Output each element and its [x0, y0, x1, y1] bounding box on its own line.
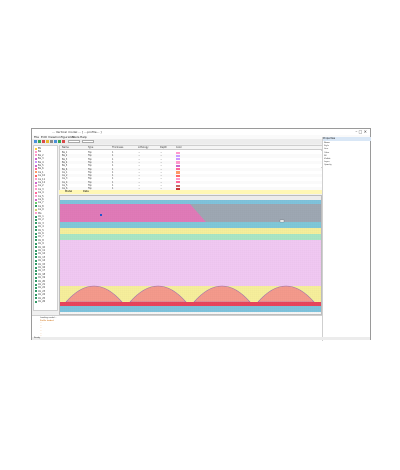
layer-color-swatch: [35, 239, 37, 242]
layer-color-swatch: [35, 256, 37, 259]
layer-color-swatch: [35, 188, 37, 191]
layer-color-swatch: [35, 229, 37, 232]
layer-color-swatch: [35, 174, 37, 177]
layer-color-swatch: [35, 300, 37, 303]
open-icon[interactable]: [34, 140, 37, 143]
layer-color-swatch: [35, 157, 37, 160]
layer-color-swatch: [35, 232, 37, 235]
stop-icon[interactable]: [62, 140, 65, 143]
layer-color-swatch: [35, 215, 37, 218]
layer-color-swatch: [35, 201, 37, 204]
layer-color-swatch: [35, 280, 37, 283]
view-select[interactable]: [82, 140, 94, 143]
save-icon[interactable]: [38, 140, 41, 143]
layer-list-panel: BS Ba Ba_2 Ba_3 Ba_4 Ba_5 Ba_6 Ca_1 Ca_10 Ca_11 Ca…: [33, 145, 58, 311]
log-panel: Loading model... Profile loaded..........…: [32, 315, 322, 337]
layer-color-swatch: [35, 235, 37, 238]
play-icon[interactable]: [58, 140, 61, 143]
section-canvas[interactable]: [60, 200, 322, 315]
layer-color-swatch: [35, 273, 37, 276]
col-type[interactable]: Type: [88, 146, 93, 150]
layer-color-swatch: [35, 249, 37, 252]
layer-color-swatch: [35, 276, 37, 279]
table-header: Name Type Thickness Lithology Depth Colo…: [60, 146, 323, 150]
status-text: Ready: [34, 337, 41, 339]
layer-color-swatch: [35, 154, 37, 157]
layer-color-swatch: [35, 195, 37, 198]
status-bar: Ready: [32, 337, 370, 340]
layer-color-swatch: [35, 205, 37, 208]
col-name[interactable]: Name: [62, 146, 69, 150]
layer-color-swatch: [35, 225, 37, 228]
layer-color-swatch: [35, 198, 37, 201]
layer-color-swatch: [35, 246, 37, 249]
layer-color-swatch: [35, 167, 37, 170]
layer-color-swatch: [35, 290, 37, 293]
col-color[interactable]: Color: [176, 146, 182, 150]
properties-panel: Properties Name Style Line Color Fill Visible…: [322, 137, 371, 341]
layer-color-swatch: [35, 297, 37, 300]
layer-color-swatch: [35, 263, 37, 266]
tab-data[interactable]: Data: [83, 190, 89, 194]
main-window: ... Vertical model ... [ ...profile... ]…: [31, 128, 371, 341]
section-view[interactable]: [59, 195, 322, 315]
layer-color-swatch: [35, 283, 37, 286]
grid-overlay: [60, 200, 321, 314]
properties-header: Properties: [323, 137, 371, 141]
layer-color-swatch: [35, 266, 37, 269]
col-lithology[interactable]: Lithology: [138, 146, 149, 150]
layer-color-swatch: [35, 293, 37, 296]
layer-list-label: Cb_26: [38, 300, 46, 303]
marker-left[interactable]: [100, 214, 102, 216]
layer-color-swatch: [35, 164, 37, 167]
marker-right[interactable]: [279, 219, 285, 223]
window-controls[interactable]: – □ ✕: [355, 130, 367, 134]
property-row[interactable]: Opacity: [324, 164, 370, 167]
layer-color-swatch: [35, 147, 37, 150]
layer-color-swatch: [35, 150, 37, 153]
layer-color-swatch: [35, 218, 37, 221]
layer-color-swatch: [35, 269, 37, 272]
layer-color-swatch: [35, 184, 37, 187]
layer-color-swatch: [35, 208, 37, 211]
layer-color-swatch: [35, 222, 37, 225]
layer-color-swatch: [35, 171, 37, 174]
layer-color-swatch: [35, 181, 37, 184]
layer-color-swatch: [35, 212, 37, 215]
layer-color-swatch: [35, 242, 37, 245]
layer-color-swatch: [35, 191, 37, 194]
layer-table: Name Type Thickness Lithology Depth Colo…: [59, 145, 323, 191]
layer-list-item[interactable]: Cb_26: [35, 300, 57, 303]
layer-color-swatch: [35, 178, 37, 181]
settings-icon[interactable]: [50, 140, 53, 143]
col-depth[interactable]: Depth: [160, 146, 167, 150]
col-thickness[interactable]: Thickness: [112, 146, 123, 150]
tab-model[interactable]: Model: [65, 190, 72, 194]
refresh-icon[interactable]: [54, 140, 57, 143]
layer-select[interactable]: [68, 140, 80, 143]
delete-icon[interactable]: [42, 140, 45, 143]
sub-tabs: Model Data: [59, 190, 322, 194]
layer-color-swatch: [35, 252, 37, 255]
layer-color-swatch: [35, 259, 37, 262]
layer-color-swatch: [35, 161, 37, 164]
folder-icon[interactable]: [46, 140, 49, 143]
layer-color-swatch: [35, 286, 37, 289]
